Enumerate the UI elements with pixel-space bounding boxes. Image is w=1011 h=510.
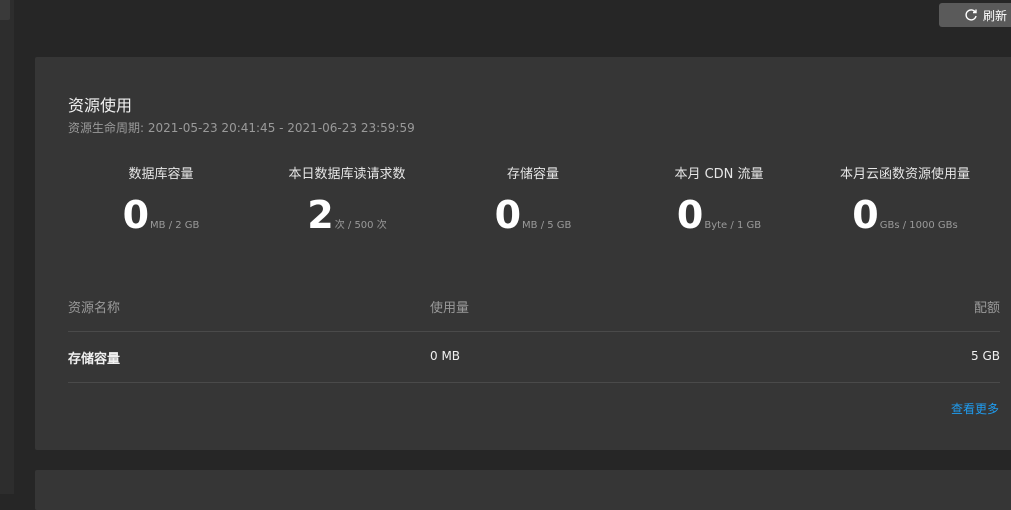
stat-label: 本月 CDN 流量 <box>674 167 764 182</box>
stats-row: 数据库容量 0MB / 2 GB 本日数据库读请求数 2次 / 500 次 存储… <box>68 165 1000 245</box>
stat-label: 本日数据库读请求数 <box>288 167 406 182</box>
stat-unit: MB / 2 GB <box>150 220 200 231</box>
stat-label: 数据库容量 <box>128 167 194 182</box>
stat-value: 0 <box>852 193 879 237</box>
stat-unit: MB / 5 GB <box>522 220 572 231</box>
divider <box>68 331 1000 332</box>
stat-value: 2 <box>307 193 334 237</box>
stat-db-reads: 本日数据库读请求数 2次 / 500 次 <box>254 165 440 246</box>
stat-label: 存储容量 <box>506 167 559 182</box>
left-panel-edge <box>0 0 14 494</box>
divider <box>68 382 1000 383</box>
resource-usage-card: 资源使用 资源生命周期: 2021-05-23 20:41:45 - 2021-… <box>35 57 1011 450</box>
stat-value: 0 <box>122 193 150 237</box>
row-quota: 5 GB <box>971 349 1000 363</box>
header-resource-name: 资源名称 <box>68 301 121 316</box>
refresh-label: 刷新 <box>983 8 1008 23</box>
header-usage: 使用量 <box>430 301 470 316</box>
stat-value: 0 <box>494 193 522 237</box>
lifecycle-label: 资源生命周期: <box>68 121 145 135</box>
row-usage: 0 MB <box>430 349 461 363</box>
stat-unit: Byte / 1 GB <box>704 220 762 231</box>
lifecycle-range: 2021-05-23 20:41:45 - 2021-06-23 23:59:5… <box>147 121 415 135</box>
stat-db-capacity: 数据库容量 0MB / 2 GB <box>68 165 254 246</box>
stat-value: 0 <box>676 193 704 237</box>
row-resource-name: 存储容量 <box>68 352 121 367</box>
refresh-icon <box>965 9 977 21</box>
stat-cdn: 本月 CDN 流量 0Byte / 1 GB <box>626 165 812 246</box>
stat-unit: GBs / 1000 GBs <box>879 220 958 231</box>
secondary-card <box>35 470 1011 510</box>
header-quota: 配额 <box>973 301 1000 316</box>
refresh-button[interactable]: 刷新 <box>939 3 1011 27</box>
stat-cloud-function: 本月云函数资源使用量 0GBs / 1000 GBs <box>812 165 998 246</box>
stat-storage: 存储容量 0MB / 5 GB <box>440 165 626 246</box>
stat-unit: 次 / 500 次 <box>334 220 387 231</box>
stat-label: 本月云函数资源使用量 <box>839 167 970 182</box>
card-title: 资源使用 <box>68 96 133 115</box>
view-more-link[interactable]: 查看更多 <box>951 400 999 417</box>
left-scrollbar[interactable] <box>0 0 10 20</box>
lifecycle-text: 资源生命周期: 2021-05-23 20:41:45 - 2021-06-23… <box>68 119 415 136</box>
